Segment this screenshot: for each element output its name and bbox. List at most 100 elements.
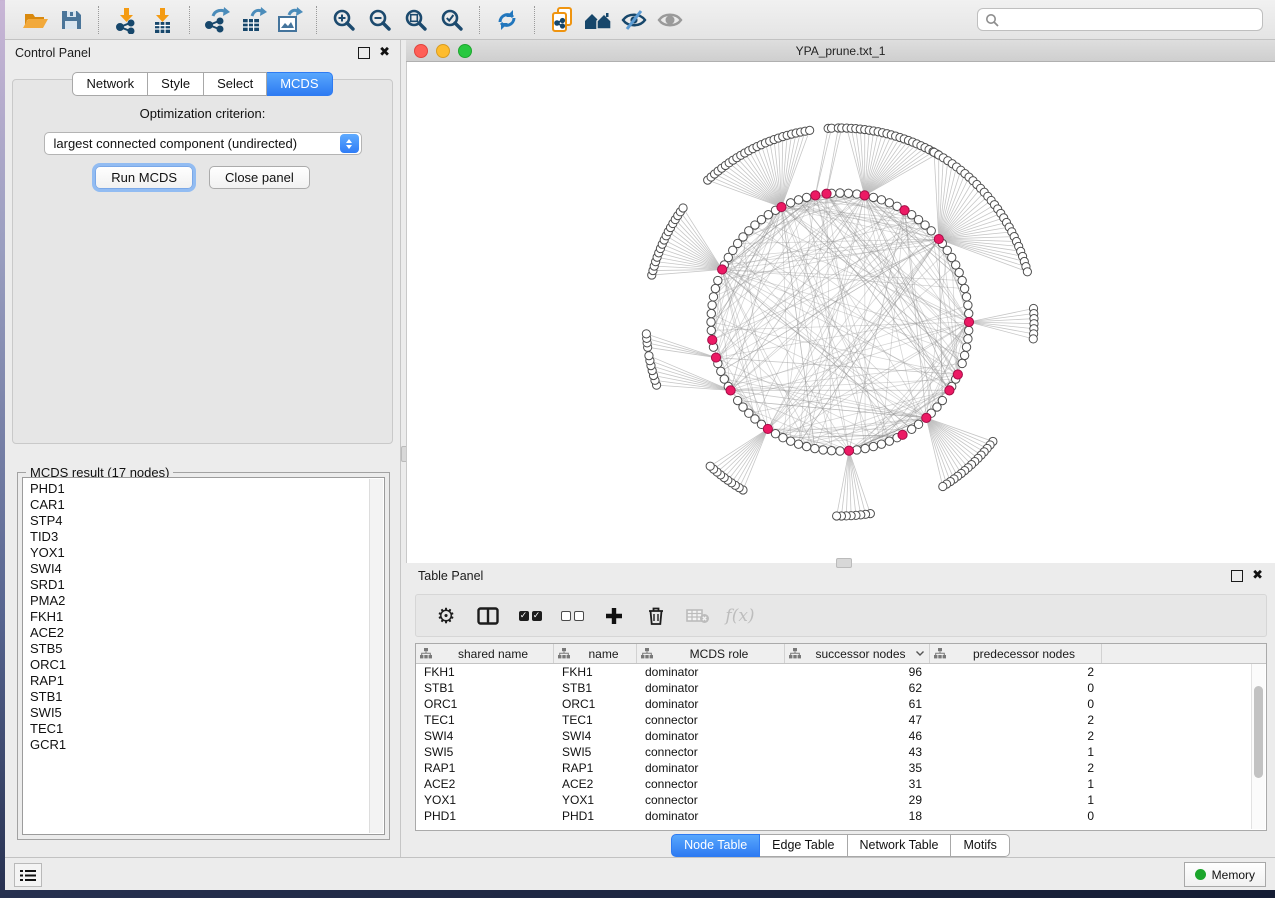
first-neighbors-icon[interactable] — [580, 4, 616, 36]
float-table-panel-icon[interactable] — [1231, 570, 1243, 582]
table-scrollbar-thumb[interactable] — [1254, 686, 1263, 778]
memory-button[interactable]: Memory — [1184, 862, 1266, 887]
mcds-hub-node[interactable] — [945, 386, 954, 395]
tab-select[interactable]: Select — [204, 72, 267, 96]
mcds-hub-node[interactable] — [822, 189, 831, 198]
tab-style[interactable]: Style — [148, 72, 204, 96]
table-row[interactable]: ACE2ACE2connector311 — [416, 776, 1266, 792]
run-mcds-button[interactable]: Run MCDS — [95, 166, 193, 189]
split-view-icon[interactable] — [476, 604, 500, 628]
mcds-result-item[interactable]: TID3 — [30, 529, 384, 545]
column-header-successor-nodes[interactable]: successor nodes — [785, 644, 930, 663]
mcds-result-item[interactable]: ACE2 — [30, 625, 384, 641]
open-file-icon[interactable] — [17, 4, 53, 36]
mcds-result-list[interactable]: PHD1CAR1STP4TID3YOX1SWI4SRD1PMA2FKH1ACE2… — [22, 477, 385, 835]
close-panel-icon[interactable]: ✖ — [379, 48, 390, 58]
mcds-hub-node[interactable] — [811, 191, 820, 200]
mcds-hub-node[interactable] — [964, 317, 973, 326]
mcds-hub-node[interactable] — [898, 430, 907, 439]
network-window-title: YPA_prune.txt_1 — [406, 44, 1275, 58]
mcds-result-item[interactable]: STP4 — [30, 513, 384, 529]
export-table-icon[interactable] — [235, 4, 271, 36]
mcds-hub-node[interactable] — [777, 202, 786, 211]
mcds-result-item[interactable]: STB5 — [30, 641, 384, 657]
table-row[interactable]: TEC1TEC1connector472 — [416, 712, 1266, 728]
mcds-hub-node[interactable] — [922, 413, 931, 422]
table-row[interactable]: RAP1RAP1dominator352 — [416, 760, 1266, 776]
tab-edge-table[interactable]: Edge Table — [760, 834, 847, 857]
import-table-icon[interactable] — [144, 4, 180, 36]
mcds-hub-node[interactable] — [900, 206, 909, 215]
mcds-hub-node[interactable] — [763, 424, 772, 433]
export-image-icon[interactable] — [271, 4, 307, 36]
tab-motifs[interactable]: Motifs — [951, 834, 1009, 857]
table-row[interactable]: SWI5SWI5connector431 — [416, 744, 1266, 760]
mcds-hub-node[interactable] — [934, 234, 943, 243]
column-header-MCDS-role[interactable]: MCDS role — [637, 644, 785, 663]
mcds-result-item[interactable]: TEC1 — [30, 721, 384, 737]
delete-column-icon[interactable] — [644, 604, 668, 628]
clone-network-icon[interactable] — [544, 4, 580, 36]
tab-mcds[interactable]: MCDS — [267, 72, 332, 96]
table-row[interactable]: SWI4SWI4dominator462 — [416, 728, 1266, 744]
column-header-predecessor-nodes[interactable]: predecessor nodes — [930, 644, 1102, 663]
mcds-result-item[interactable]: RAP1 — [30, 673, 384, 689]
network-window-titlebar[interactable]: YPA_prune.txt_1 — [406, 40, 1275, 62]
mcds-result-scrollbar[interactable] — [369, 479, 383, 833]
mcds-result-item[interactable]: ORC1 — [30, 657, 384, 673]
delete-table-icon[interactable] — [686, 604, 710, 628]
column-header-shared-name[interactable]: shared name — [416, 644, 554, 663]
export-network-icon[interactable] — [199, 4, 235, 36]
add-column-icon[interactable] — [602, 604, 626, 628]
mcds-hub-node[interactable] — [718, 265, 727, 274]
hide-selected-icon[interactable] — [616, 4, 652, 36]
close-panel-button[interactable]: Close panel — [209, 166, 310, 189]
import-network-icon[interactable] — [108, 4, 144, 36]
tab-network[interactable]: Network — [72, 72, 148, 96]
table-row[interactable]: FKH1FKH1dominator962 — [416, 664, 1266, 680]
mcds-result-item[interactable]: YOX1 — [30, 545, 384, 561]
task-history-button[interactable] — [14, 863, 42, 887]
mcds-hub-node[interactable] — [844, 446, 853, 455]
criterion-select[interactable]: largest connected component (undirected) — [44, 132, 362, 155]
function-builder-icon[interactable]: f(x) — [728, 604, 752, 628]
table-row[interactable]: PHD1PHD1dominator180 — [416, 808, 1266, 824]
mcds-result-item[interactable]: SWI4 — [30, 561, 384, 577]
float-panel-icon[interactable] — [358, 47, 370, 59]
save-session-icon[interactable] — [53, 4, 89, 36]
show-all-icon[interactable] — [652, 4, 688, 36]
network-view[interactable] — [406, 62, 1275, 563]
column-header-name[interactable]: name — [554, 644, 637, 663]
mcds-result-item[interactable]: SWI5 — [30, 705, 384, 721]
zoom-fit-icon[interactable] — [398, 4, 434, 36]
mcds-result-item[interactable]: GCR1 — [30, 737, 384, 753]
close-table-panel-icon[interactable]: ✖ — [1252, 571, 1263, 581]
mcds-hub-node[interactable] — [860, 191, 869, 200]
horizontal-splitter-handle[interactable] — [836, 558, 852, 568]
mcds-hub-node[interactable] — [708, 335, 717, 344]
search-input[interactable] — [1004, 12, 1255, 28]
table-row[interactable]: ORC1ORC1dominator610 — [416, 696, 1266, 712]
mcds-result-item[interactable]: STB1 — [30, 689, 384, 705]
tab-network-table[interactable]: Network Table — [848, 834, 952, 857]
mcds-result-item[interactable]: SRD1 — [30, 577, 384, 593]
zoom-selected-icon[interactable] — [434, 4, 470, 36]
mcds-hub-node[interactable] — [953, 370, 962, 379]
select-all-icon[interactable]: ✓✓ — [518, 604, 542, 628]
search-box[interactable] — [977, 8, 1263, 31]
mcds-hub-node[interactable] — [711, 353, 720, 362]
mcds-result-item[interactable]: PHD1 — [30, 481, 384, 497]
table-row[interactable]: YOX1YOX1connector291 — [416, 792, 1266, 808]
table-row[interactable]: STB1STB1dominator620 — [416, 680, 1266, 696]
mcds-result-item[interactable]: PMA2 — [30, 593, 384, 609]
zoom-in-icon[interactable] — [326, 4, 362, 36]
table-scrollbar[interactable] — [1251, 664, 1265, 829]
tab-node-table[interactable]: Node Table — [671, 834, 760, 857]
mcds-result-item[interactable]: CAR1 — [30, 497, 384, 513]
zoom-out-icon[interactable] — [362, 4, 398, 36]
deselect-all-icon[interactable] — [560, 604, 584, 628]
table-settings-icon[interactable]: ⚙ — [434, 604, 458, 628]
mcds-result-item[interactable]: FKH1 — [30, 609, 384, 625]
mcds-hub-node[interactable] — [726, 386, 735, 395]
apply-layout-icon[interactable] — [489, 4, 525, 36]
